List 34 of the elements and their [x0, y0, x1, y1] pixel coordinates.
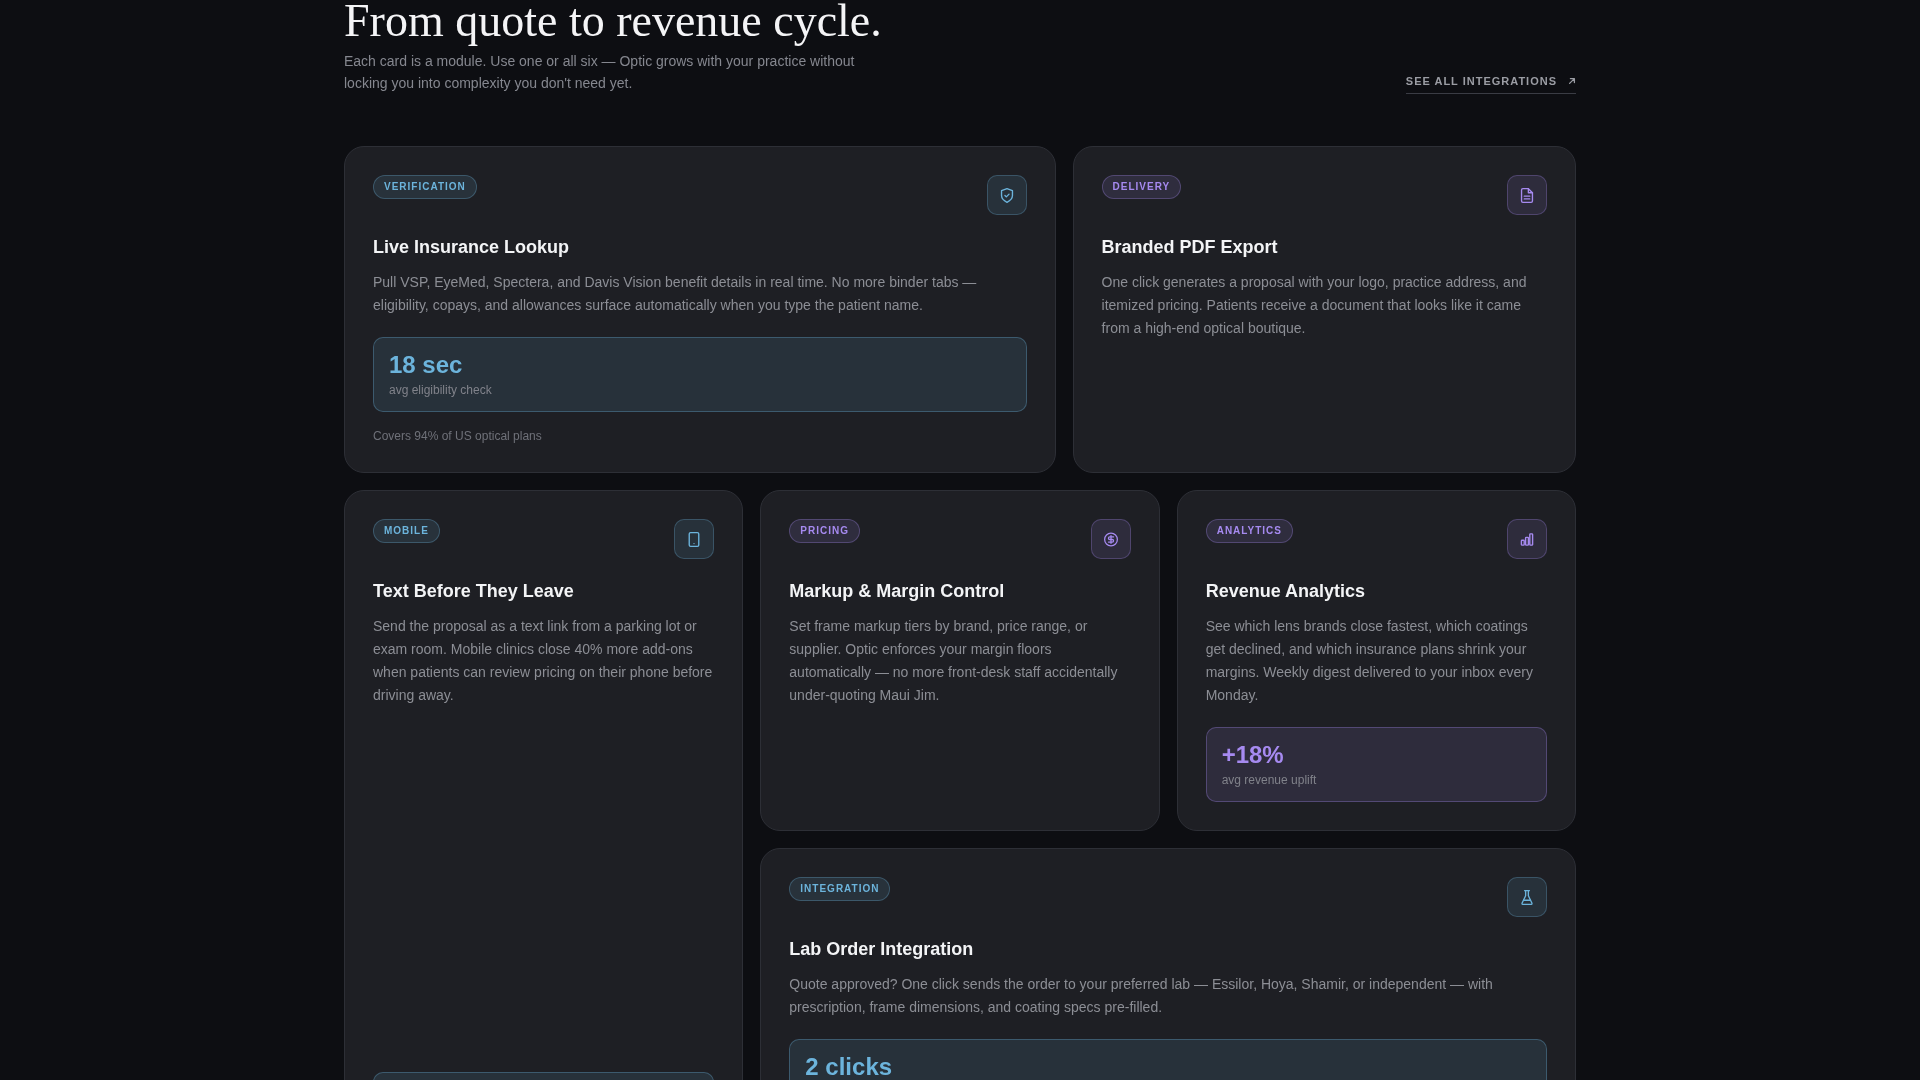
card-description: Quote approved? One click sends the order to your preferred lab — Essilor, Hoya, Shamir, or independent — with prescription, frame dimensions, and coating specs pre-filled. — [789, 975, 1494, 1018]
stat-value: 18 sec — [389, 350, 464, 381]
category-tag: INTEGRATION — [789, 877, 891, 902]
bar-chart-icon — [1507, 519, 1547, 560]
card-description: Set frame markup tiers by brand, price range, or supplier. Optic enforces your margin floors automatically — no more front-desk staff accidentally under-quoting Maui Jim. — [789, 617, 1119, 706]
stat-label: avg eligibility check — [389, 382, 493, 399]
page-heading: From quote to revenue cycle. — [344, 0, 883, 48]
arrow-up-right-icon — [1568, 77, 1576, 86]
card-title: Live Insurance Lookup — [373, 236, 571, 259]
card-description: Send the proposal as a text link from a parking lot or exam room. Mobile clinics close 40% more add-ons when patients can review pricing on their phone before driving away. — [373, 617, 714, 706]
document-icon — [1507, 175, 1547, 216]
card-title: Markup & Margin Control — [789, 580, 1006, 603]
card-description: Pull VSP, EyeMed, Spectera, and Davis Vision benefit details in real time. No more binder tabs — eligibility, copays, and allowances surface automatically when you type the patient name. — [373, 273, 978, 316]
card-footnote: Covers 94% of US optical plans — [373, 428, 543, 445]
card-title: Lab Order Integration — [789, 938, 975, 961]
card-title: Text Before They Leave — [373, 580, 575, 603]
category-tag: MOBILE — [373, 519, 440, 544]
category-tag: ANALYTICS — [1205, 519, 1293, 544]
flask-icon — [1507, 877, 1547, 918]
stat-value: +18% — [1221, 740, 1285, 771]
see-all-integrations-link[interactable]: SEE ALL INTEGRATIONS — [1405, 74, 1576, 95]
stat-value: 2 clicks — [805, 1052, 894, 1080]
card-title: Branded PDF Export — [1101, 236, 1279, 259]
page-subtitle: Each card is a module. Use one or all six — Optic grows with your practice without locking you into complexity you don't need yet. — [344, 52, 856, 94]
shield-check-icon — [986, 175, 1027, 216]
category-tag: VERIFICATION — [373, 175, 477, 200]
smartphone-icon — [674, 519, 715, 560]
card-description: See which lens brands close fastest, which coatings get declined, and which insurance plans shrink your margins. Weekly digest delivered to your inbox every Monday. — [1205, 617, 1534, 706]
card-title: Revenue Analytics — [1205, 580, 1367, 603]
category-tag: DELIVERY — [1101, 175, 1182, 200]
stat-label: avg revenue uplift — [1221, 772, 1318, 789]
dollar-coin-icon — [1090, 519, 1131, 560]
card-description: One click generates a proposal with your logo, practice address, and itemized pricing. Patients receive a document that looks like it came from a high-end optical boutique. — [1101, 273, 1528, 339]
category-tag: PRICING — [789, 519, 860, 544]
